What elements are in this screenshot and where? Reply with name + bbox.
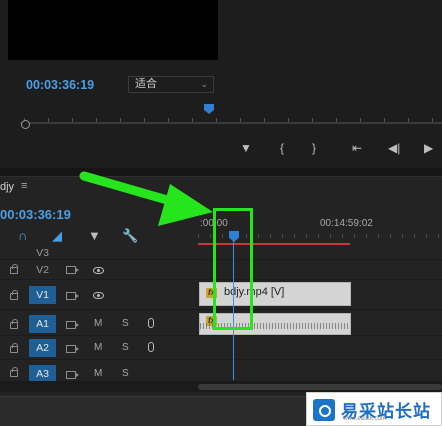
annotation-arrow [79,171,213,226]
site-logo-icon [313,399,335,421]
watermark: 易采站长站 www.easck.com [306,392,442,426]
watermark-subtext: www.easck.com [343,416,387,422]
